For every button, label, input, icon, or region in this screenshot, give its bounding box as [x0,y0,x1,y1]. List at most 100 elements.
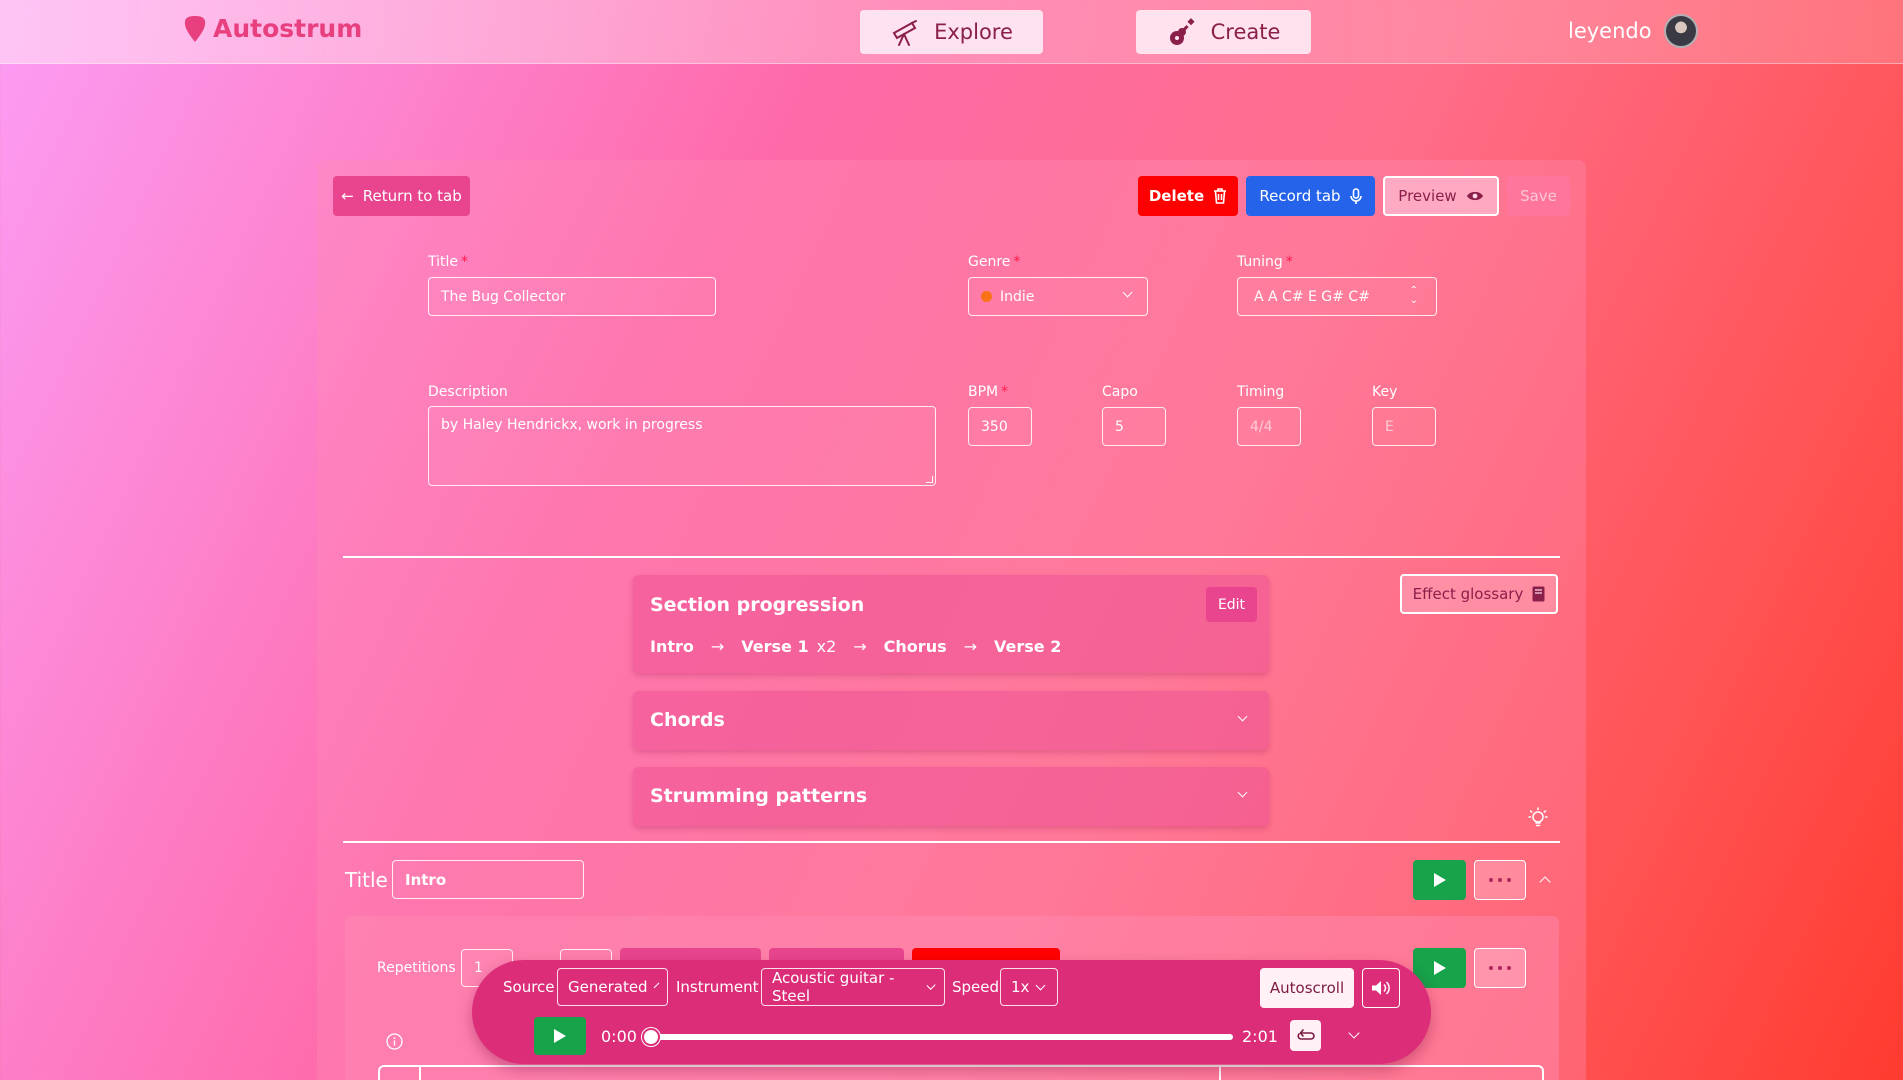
capo-input[interactable]: 5 [1102,407,1166,446]
source-label: Source [503,978,555,996]
effect-glossary-button[interactable]: Effect glossary [1400,574,1558,614]
section-title-input[interactable]: Intro [392,860,584,899]
dot [1507,878,1511,882]
strumming-patterns-card[interactable]: Strumming patterns [633,767,1269,826]
guitar-icon [1169,18,1195,45]
description-textarea[interactable]: by Haley Hendrickx, work in progress [428,406,936,486]
bpm-label: BPM * [968,384,1009,400]
player-play-button[interactable] [534,1017,586,1055]
section-progression-title: Section progression [650,594,865,616]
chevron-updown-icon: ⌃ ⌄ [1409,285,1418,306]
play-icon [1433,873,1446,887]
record-tab-button[interactable]: Record tab [1246,176,1375,216]
explore-button[interactable]: Explore [860,10,1043,54]
genre-label: Genre * [968,254,1021,270]
volume-icon [1372,981,1390,995]
record-label: Record tab [1259,187,1341,205]
genre-color-dot [981,291,992,302]
progress-track[interactable] [649,1034,1233,1040]
chords-card[interactable]: Chords [633,691,1269,750]
eye-icon [1466,191,1483,201]
capo-label: Capo [1102,384,1138,400]
play-section-button[interactable] [1413,860,1466,900]
progression-item: Intro [650,637,694,656]
microphone-icon [1349,187,1362,204]
arrow-right-icon: → [853,637,867,656]
book-icon [1532,586,1545,602]
progression-item: Verse 2 [994,637,1062,656]
chevron-down-icon [653,982,660,988]
title-input[interactable]: The Bug Collector [428,277,716,316]
source-select[interactable]: Generated [557,968,668,1006]
return-to-tab-button[interactable]: ← Return to tab [333,176,470,216]
play-icon [554,1029,566,1043]
subsection-more-options-button[interactable] [1474,948,1526,988]
play-icon [1433,961,1446,975]
avatar[interactable] [1663,14,1698,48]
arrow-right-icon: → [963,637,978,656]
instrument-select[interactable]: Acoustic guitar - Steel [761,968,945,1006]
resize-handle-icon[interactable] [926,476,933,483]
top-nav: Autostrum Explore Create leyendo [0,0,1903,64]
preview-label: Preview [1398,187,1457,205]
tab-grid [378,1065,1544,1080]
volume-button[interactable] [1362,968,1400,1008]
dot [1507,966,1511,970]
chevron-down-icon [1122,287,1133,298]
lightbulb-icon[interactable] [1528,806,1548,828]
explore-label: Explore [934,20,1013,44]
arrow-left-icon: ← [341,187,354,205]
guitar-pick-icon [184,15,206,42]
section-progression-card: Section progression Edit Intro → Verse 1… [633,575,1269,673]
info-icon[interactable] [386,1033,403,1050]
timing-input[interactable]: 4/4 [1237,407,1301,446]
return-label: Return to tab [362,187,462,205]
progression-reps: x2 [816,637,837,656]
title-label: Title * [428,254,469,270]
dot [1498,966,1502,970]
divider [343,841,1560,843]
delete-button[interactable]: Delete [1138,176,1238,216]
telescope-icon [892,20,918,46]
section-title-label: Title [345,868,388,892]
key-input[interactable]: E [1372,407,1436,446]
create-button[interactable]: Create [1136,10,1311,54]
arrow-right-icon: → [710,637,725,656]
user-menu[interactable]: leyendo [1568,14,1698,48]
autoscroll-button[interactable]: Autoscroll [1260,968,1354,1008]
chevron-down-icon [926,980,936,990]
description-label: Description [428,384,508,400]
bpm-input[interactable]: 350 [968,407,1032,446]
progress-knob[interactable] [642,1028,660,1046]
delete-label: Delete [1148,187,1205,205]
repetitions-label: Repetitions [377,960,456,976]
edit-progression-button[interactable]: Edit [1206,587,1257,622]
speed-select[interactable]: 1x [1000,968,1058,1006]
instrument-label: Instrument [676,978,759,996]
speed-label: Speed [952,978,1000,996]
dot [1489,966,1493,970]
save-label: Save [1520,187,1557,205]
strumming-patterns-title: Strumming patterns [650,785,868,807]
chords-title: Chords [650,709,725,731]
dot [1498,878,1502,882]
preview-button[interactable]: Preview [1383,176,1499,216]
create-label: Create [1210,20,1281,44]
divider [343,556,1560,558]
chevron-down-icon[interactable] [1237,711,1248,722]
save-button[interactable]: Save [1507,176,1570,216]
progression-item: Chorus [883,637,947,656]
username: leyendo [1568,19,1652,43]
tuning-label: Tuning * [1237,254,1293,270]
genre-select[interactable]: Indie [968,277,1148,316]
current-time: 0:00 [601,1027,637,1046]
timing-label: Timing [1237,384,1285,400]
more-options-button[interactable] [1474,860,1526,900]
chevron-down-icon [1035,980,1046,990]
progression-list: Intro → Verse 1 x2 → Chorus → Verse 2 [650,637,1061,656]
brand-logo[interactable]: Autostrum [183,14,362,43]
tuning-select[interactable]: A A C# E G# C# ⌃ ⌄ [1237,277,1437,316]
total-time: 2:01 [1242,1027,1278,1046]
chevron-down-icon[interactable] [1237,787,1248,798]
loop-button[interactable] [1290,1020,1321,1051]
